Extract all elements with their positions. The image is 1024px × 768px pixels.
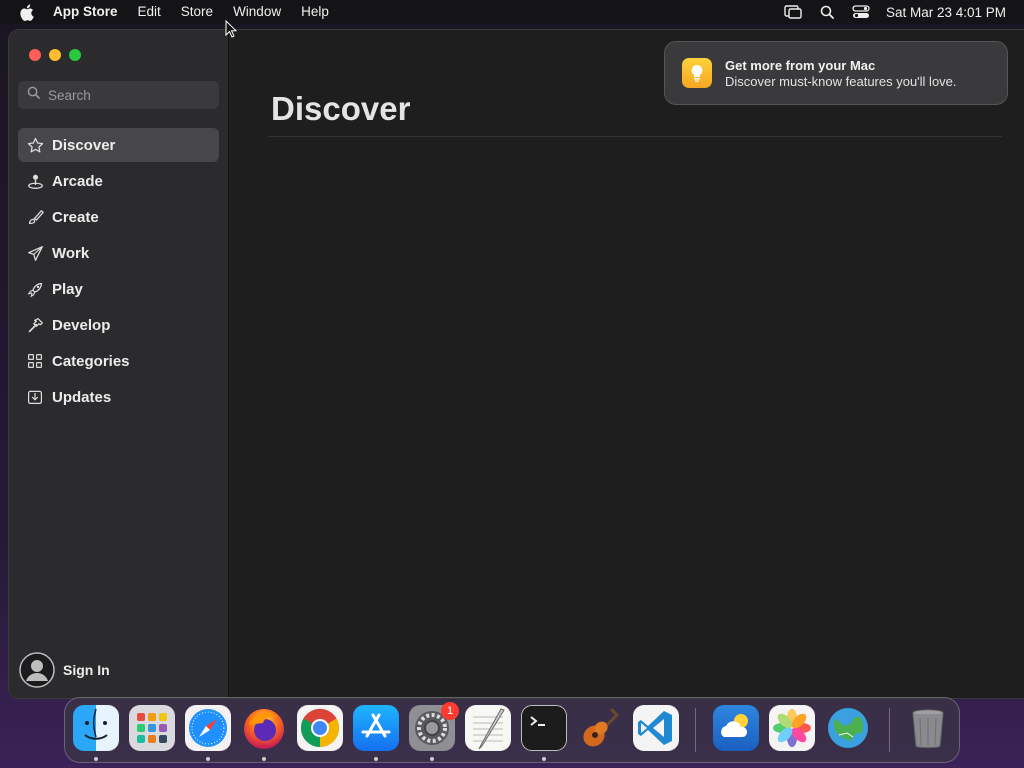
terminal-icon (521, 705, 567, 751)
dock-textedit[interactable] (465, 705, 511, 751)
dock-app-store[interactable] (353, 705, 399, 751)
photos-icon (769, 705, 815, 751)
lightbulb-icon (682, 58, 712, 88)
sidebar-nav: Discover Arcade Create Work Play Develop… (18, 128, 219, 416)
sidebar-item-categories[interactable]: Categories (18, 344, 219, 378)
menu-app-store[interactable]: App Store (52, 0, 128, 24)
menu-store[interactable]: Store (171, 0, 223, 24)
sidebar-item-play[interactable]: Play (18, 272, 219, 306)
sidebar-item-discover[interactable]: Discover (18, 128, 219, 162)
dock-garageband[interactable] (577, 705, 623, 751)
dock-running-dot (542, 757, 546, 761)
sidebar-item-label: Create (52, 208, 99, 226)
globe-icon (825, 705, 871, 751)
sidebar-item-label: Updates (52, 388, 112, 406)
sidebar-item-develop[interactable]: Develop (18, 308, 219, 342)
menu-bar: App Store Edit Store Window Help Sat Mar… (0, 0, 1024, 24)
sidebar-item-label: Work (52, 244, 90, 262)
dock-trash[interactable] (905, 705, 951, 751)
app-store-window: Discover Arcade Create Work (9, 30, 1024, 698)
dock-firefox[interactable] (241, 705, 287, 751)
search-field[interactable] (18, 81, 219, 109)
weather-icon (713, 705, 759, 751)
dock-vscode[interactable] (633, 705, 679, 751)
dock-finder[interactable] (73, 705, 119, 751)
vscode-icon (633, 705, 679, 751)
sidebar-item-label: Develop (52, 316, 111, 334)
app-store-icon (353, 705, 399, 751)
dock-separator (889, 708, 890, 752)
rocket-icon (26, 280, 44, 298)
sidebar-item-arcade[interactable]: Arcade (18, 164, 219, 198)
firefox-icon (241, 705, 287, 751)
sidebar-item-create[interactable]: Create (18, 200, 219, 234)
dock-weather[interactable] (713, 705, 759, 751)
window-controls (29, 49, 81, 61)
joystick-icon (26, 172, 44, 190)
notification-title: Get more from your Mac (725, 57, 876, 73)
dock-chrome[interactable] (297, 705, 343, 751)
menu-edit[interactable]: Edit (128, 0, 171, 24)
sidebar: Discover Arcade Create Work (9, 30, 229, 698)
tips-notification[interactable]: Get more from your Mac Discover must-kno… (664, 41, 1008, 105)
hammer-icon (26, 316, 44, 334)
notification-body: Discover must-know features you'll love. (725, 73, 957, 89)
page-title: Discover (271, 90, 411, 127)
sidebar-item-label: Discover (52, 136, 116, 154)
mouse-cursor-icon (225, 19, 238, 43)
trash-icon (905, 705, 951, 751)
search-icon (27, 86, 40, 104)
apple-menu-icon[interactable] (0, 4, 52, 21)
launchpad-icon (129, 705, 175, 751)
paperplane-icon (26, 244, 44, 262)
dock-safari[interactable] (185, 705, 231, 751)
sidebar-item-label: Arcade (52, 172, 103, 190)
screen-mirroring-icon[interactable] (776, 0, 810, 24)
sign-in-button[interactable]: Sign In (19, 652, 110, 688)
dock-terminal[interactable] (521, 705, 567, 751)
dock-running-dot (374, 757, 378, 761)
notification-badge: 1 (441, 702, 459, 720)
chrome-icon (297, 705, 343, 751)
sidebar-item-work[interactable]: Work (18, 236, 219, 270)
dock-running-dot (430, 757, 434, 761)
dock-running-dot (94, 757, 98, 761)
dock-maps[interactable] (825, 705, 871, 751)
dock-photos[interactable] (769, 705, 815, 751)
close-window-button[interactable] (29, 49, 41, 61)
sidebar-item-label: Play (52, 280, 83, 298)
dock-separator (695, 708, 696, 752)
finder-icon (73, 705, 119, 751)
menu-help[interactable]: Help (291, 0, 339, 24)
dock-running-dot (262, 757, 266, 761)
dock-launchpad[interactable] (129, 705, 175, 751)
paintbrush-icon (26, 208, 44, 226)
control-center-icon[interactable] (844, 0, 878, 24)
download-tray-icon (26, 388, 44, 406)
spotlight-search-icon[interactable] (810, 0, 844, 24)
main-content: Discover (230, 30, 1024, 698)
title-divider (268, 136, 1002, 137)
safari-icon (185, 705, 231, 751)
account-avatar-icon (19, 652, 55, 688)
textedit-icon (465, 705, 511, 751)
sidebar-item-label: Categories (52, 352, 130, 370)
dock-system-settings[interactable]: 1 (409, 702, 459, 751)
menu-clock[interactable]: Sat Mar 23 4:01 PM (886, 5, 1006, 20)
search-input[interactable] (48, 87, 208, 103)
grid-icon (26, 352, 44, 370)
zoom-window-button[interactable] (69, 49, 81, 61)
dock-running-dot (206, 757, 210, 761)
star-icon (26, 136, 44, 154)
sign-in-label: Sign In (63, 662, 110, 678)
dock: 1 (64, 697, 960, 763)
sidebar-item-updates[interactable]: Updates (18, 380, 219, 414)
guitar-icon (577, 705, 623, 751)
minimize-window-button[interactable] (49, 49, 61, 61)
